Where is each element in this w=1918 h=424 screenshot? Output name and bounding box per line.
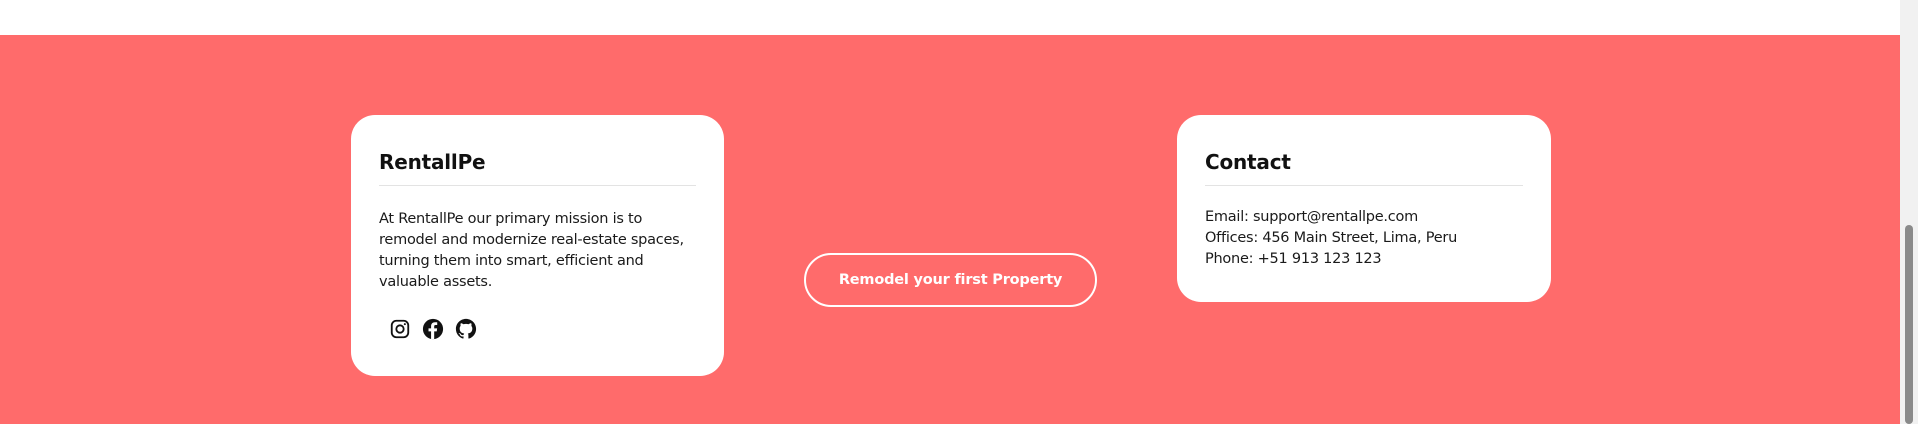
contact-phone: Phone: +51 913 123 123	[1205, 251, 1382, 267]
contact-title: Contact	[1205, 115, 1523, 186]
scrollbar-thumb[interactable]	[1905, 225, 1913, 424]
social-links	[379, 318, 696, 340]
instagram-icon[interactable]	[389, 318, 411, 340]
github-icon[interactable]	[455, 318, 477, 340]
site-footer: RentallPe At RentallPe our primary missi…	[0, 35, 1900, 424]
facebook-icon[interactable]	[422, 318, 444, 340]
contact-details: Email: support@rentallpe.com Offices: 45…	[1205, 207, 1523, 270]
contact-offices: Offices: 456 Main Street, Lima, Peru	[1205, 230, 1458, 246]
about-title: RentallPe	[379, 115, 696, 186]
contact-card: Contact Email: support@rentallpe.com Off…	[1177, 115, 1551, 302]
remodel-property-button[interactable]: Remodel your first Property	[804, 253, 1097, 307]
contact-email: Email: support@rentallpe.com	[1205, 209, 1418, 225]
about-card: RentallPe At RentallPe our primary missi…	[351, 115, 724, 376]
page: RentallPe At RentallPe our primary missi…	[0, 0, 1918, 424]
about-description: At RentallPe our primary mission is to r…	[379, 211, 684, 290]
page-content-end	[0, 0, 1900, 35]
